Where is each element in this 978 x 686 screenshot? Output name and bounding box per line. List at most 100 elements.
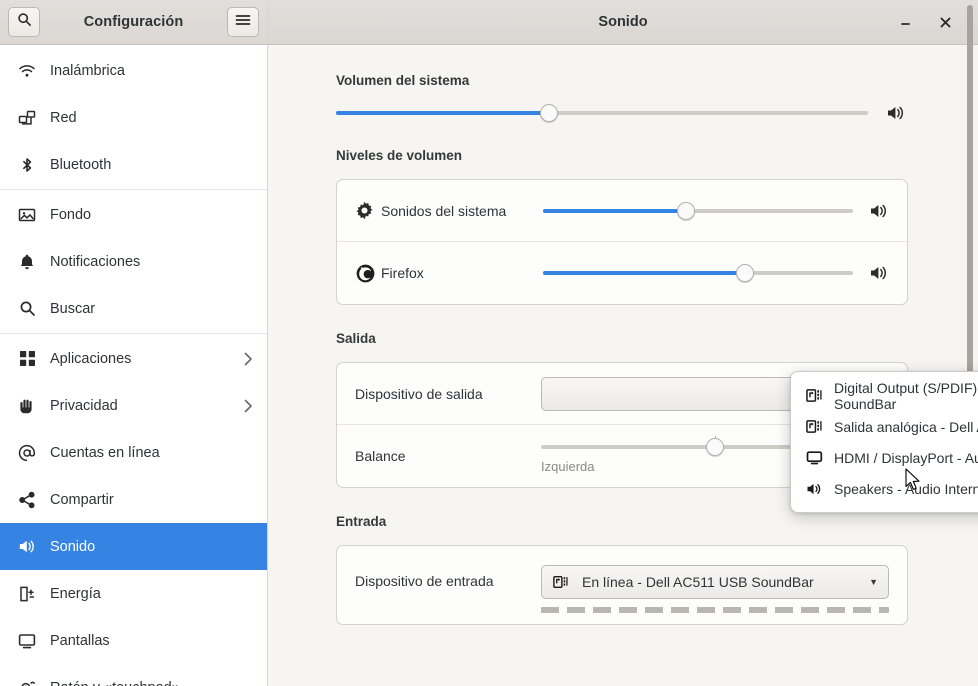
sidebar-item-fondo[interactable]: Fondo [0, 191, 267, 238]
search-icon [16, 298, 38, 320]
sidebar-separator [0, 189, 267, 190]
sidebar-item-label: Sonido [50, 538, 96, 555]
sidebar-item-label: Aplicaciones [50, 350, 132, 367]
sidebar-item-label: Inalámbrica [50, 62, 125, 79]
wallpaper-icon [16, 204, 38, 226]
sidebar-item-pantallas[interactable]: Pantallas [0, 617, 267, 664]
sidebar-item-list: Inalámbrica Red Bluetooth Fondo Notifica… [0, 45, 267, 686]
output-device-menu-item[interactable]: Digital Output (S/PDIF) - Dell AC511 USB… [791, 379, 978, 412]
slider-knob[interactable] [676, 201, 695, 220]
sidebar-item-label: Bluetooth [50, 156, 112, 173]
app-volume-slider[interactable] [543, 201, 853, 220]
input-section: Entrada Dispositivo de entrada En línea … [336, 514, 908, 625]
input-level-meter [541, 607, 889, 613]
sidebar-item-rat-n-y-touchpad[interactable]: Ratón y «touchpad» [0, 664, 267, 686]
sidebar-item-label: Ratón y «touchpad» [50, 680, 253, 686]
sidebar-title: Configuración [83, 14, 184, 30]
settings-window: Configuración Inalámbrica Red Bluetooth … [0, 0, 978, 686]
chevron-right-icon [244, 352, 253, 366]
mouse-icon [16, 677, 38, 686]
sidebar-item-cuentas-en-l-nea[interactable]: Cuentas en línea [0, 429, 267, 476]
sidebar-item-energ-a[interactable]: Energía [0, 570, 267, 617]
sidebar-separator [0, 333, 267, 334]
sidebar-item-notificaciones[interactable]: Notificaciones [0, 238, 267, 285]
system-volume-row [336, 104, 908, 122]
search-icon [17, 12, 32, 32]
display-icon [16, 630, 38, 652]
at-sign-icon [16, 442, 38, 464]
volume-level-row: Firefox [337, 242, 907, 304]
output-device-menu-item[interactable]: HDMI / DisplayPort - Audio Interno [791, 442, 978, 473]
sidebar-item-label: Notificaciones [50, 253, 141, 270]
volume-high-icon[interactable] [869, 202, 889, 220]
input-card: Dispositivo de entrada En línea - Dell A… [336, 545, 908, 625]
speaker-icon [16, 536, 38, 558]
output-device-menu-item-label: Salida analógica - Dell AC511 USB SoundB… [834, 418, 978, 435]
app-volume-slider[interactable] [543, 264, 853, 282]
sidebar-item-red[interactable]: Red [0, 94, 267, 141]
main-panel: Sonido Volumen del sistema Niveles de vo… [268, 0, 978, 686]
volume-levels-title: Niveles de volumen [336, 148, 463, 163]
sidebar-item-label: Buscar [50, 300, 96, 317]
sidebar-item-bluetooth[interactable]: Bluetooth [0, 141, 267, 188]
sidebar-item-sonido[interactable]: Sonido [0, 523, 267, 570]
sidebar: Configuración Inalámbrica Red Bluetooth … [0, 0, 268, 686]
vertical-scrollbar[interactable] [965, 1, 975, 646]
wifi-icon [16, 60, 38, 82]
input-device-control: En línea - Dell AC511 USB SoundBar ▼ [541, 565, 889, 613]
input-title: Entrada [336, 514, 387, 529]
sidebar-item-compartir[interactable]: Compartir [0, 476, 267, 523]
share-icon [16, 489, 38, 511]
sidebar-item-label: Privacidad [50, 397, 118, 414]
sidebar-item-buscar[interactable]: Buscar [0, 285, 267, 332]
output-device-menu-item[interactable]: Speakers - Audio Interno [791, 473, 978, 504]
speaker-icon [803, 481, 825, 497]
volume-high-icon[interactable] [869, 264, 889, 282]
input-device-combobox[interactable]: En línea - Dell AC511 USB SoundBar ▼ [541, 565, 889, 599]
output-device-menu-item-label: HDMI / DisplayPort - Audio Interno [834, 449, 978, 466]
input-device-row: Dispositivo de entrada En línea - Dell A… [337, 546, 907, 624]
output-device-label: Dispositivo de salida [355, 385, 483, 402]
slider-knob[interactable] [539, 104, 558, 122]
slider-knob[interactable] [706, 438, 724, 456]
volume-level-name: Sonidos del sistema [381, 202, 507, 219]
bell-icon [16, 251, 38, 273]
gear-icon [355, 201, 381, 220]
firefox-icon [355, 263, 381, 284]
volume-levels-card: Sonidos del sistema Firefox [336, 179, 908, 305]
volume-level-row: Sonidos del sistema [337, 180, 907, 242]
battery-icon [16, 583, 38, 605]
sound-settings-content: Volumen del sistema Niveles de volumen S… [268, 45, 978, 686]
volume-high-icon[interactable] [886, 104, 906, 122]
window-titlebar: Sonido [268, 0, 978, 45]
display-icon [803, 449, 825, 466]
slider-knob[interactable] [735, 264, 754, 282]
output-device-menu-item[interactable]: Salida analógica - Dell AC511 USB SoundB… [791, 411, 978, 442]
slider-fill [336, 111, 549, 115]
sidebar-item-inal-mbrica[interactable]: Inalámbrica [0, 47, 267, 94]
volume-level-control [543, 201, 889, 220]
sidebar-item-label: Pantallas [50, 632, 110, 649]
sidebar-item-label: Fondo [50, 206, 92, 223]
minimize-button[interactable] [894, 11, 916, 33]
main-menu-button[interactable] [227, 7, 259, 37]
network-icon [16, 107, 38, 129]
input-device-value: En línea - Dell AC511 USB SoundBar [582, 574, 814, 590]
sidebar-item-privacidad[interactable]: Privacidad [0, 382, 267, 429]
apps-grid-icon [16, 348, 38, 370]
usb-audio-icon [803, 418, 825, 435]
system-volume-title: Volumen del sistema [336, 73, 470, 88]
sidebar-item-label: Cuentas en línea [50, 444, 160, 461]
sidebar-header: Configuración [0, 0, 267, 45]
slider-fill [543, 208, 686, 213]
sidebar-item-aplicaciones[interactable]: Aplicaciones [0, 335, 267, 382]
hand-icon [16, 395, 38, 417]
search-button[interactable] [8, 7, 40, 37]
system-volume-slider[interactable] [336, 104, 868, 122]
bluetooth-icon [16, 154, 38, 176]
output-device-menu-item-label: Digital Output (S/PDIF) - Dell AC511 USB… [834, 379, 978, 412]
output-device-menu[interactable]: Digital Output (S/PDIF) - Dell AC511 USB… [790, 371, 978, 513]
volume-level-name: Firefox [381, 265, 424, 281]
close-button[interactable] [934, 11, 956, 33]
output-title: Salida [336, 331, 376, 346]
